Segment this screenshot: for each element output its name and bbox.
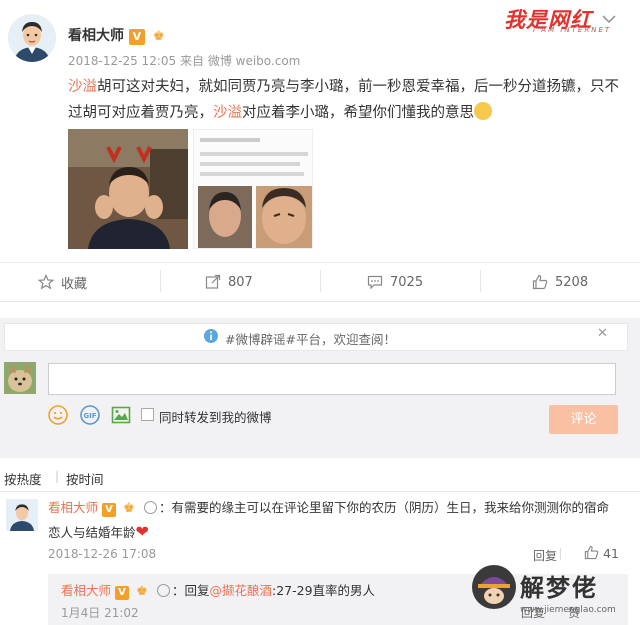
gif-icon[interactable]: GIF [79, 404, 101, 426]
repost-button[interactable]: 807 [205, 267, 253, 297]
comment-like-count: 41 [603, 546, 619, 561]
post-source[interactable]: 微博 weibo.com [208, 54, 301, 68]
comment-count: 7025 [390, 274, 424, 290]
favorite-button[interactable]: 收藏 [38, 267, 87, 297]
medal-icon [156, 584, 170, 597]
crown-icon: ♚ [123, 501, 135, 516]
divider [0, 301, 640, 302]
reply-prefix: ：回复 [171, 583, 210, 598]
rumor-notice-text[interactable]: #微博辟谣#平台，欢迎查阅！ [225, 329, 396, 348]
author-name[interactable]: 看相大师 [68, 28, 124, 44]
post-meta: 2018-12-25 12:05 来自 微博 weibo.com [68, 52, 300, 69]
close-icon[interactable]: ✕ [597, 326, 608, 341]
divider [560, 548, 561, 560]
comment-input[interactable] [48, 363, 616, 395]
divider [0, 491, 640, 492]
repost-icon [205, 274, 221, 289]
post-photo-2[interactable] [193, 129, 313, 249]
divider [320, 270, 321, 292]
topic-tag[interactable]: 沙溢 [68, 79, 97, 95]
reply-author-name[interactable]: 看相大师 [61, 583, 111, 598]
post-text-segment: 对应着李小璐，希望你们懂我的意思 [242, 105, 474, 121]
topic-tag[interactable]: 沙溢 [213, 105, 242, 121]
commenter-avatar[interactable] [6, 499, 38, 531]
divider [480, 270, 481, 292]
current-user-avatar[interactable] [4, 362, 36, 394]
comment-button[interactable]: 7025 [367, 267, 423, 297]
reply-button[interactable]: 回复 [533, 547, 557, 564]
nested-reply-body: 看相大师 V ♚ ：回复@撷花酿酒:27-29直率的男人 [61, 580, 375, 600]
verified-badge: V [102, 503, 116, 517]
watermark-title: 解梦佬 [520, 574, 598, 602]
repost-checkbox[interactable] [141, 408, 154, 421]
author-avatar[interactable] [8, 14, 56, 62]
post-timestamp[interactable]: 2018-12-25 12:05 [68, 54, 176, 68]
image-icon[interactable] [110, 404, 132, 426]
commenter-name[interactable]: 看相大师 [48, 500, 98, 515]
sort-by-hot[interactable]: 按热度 [4, 469, 42, 488]
post-photo-1[interactable] [68, 129, 188, 249]
repost-count: 807 [228, 274, 253, 290]
watermark-logo-icon [470, 563, 518, 611]
divider [0, 262, 640, 263]
comment-like-button[interactable]: 41 [584, 545, 619, 561]
crown-icon: ♚ [152, 29, 165, 44]
watermark-url: www.jiemenglao.com [520, 605, 616, 615]
thinking-face-emoji [474, 102, 492, 120]
svg-text:GIF: GIF [83, 412, 96, 420]
divider [160, 270, 161, 292]
submit-comment-button[interactable]: 评论 [549, 405, 618, 434]
mention-link[interactable]: @撷花酿酒 [209, 583, 272, 598]
source-prefix: 来自 [179, 54, 204, 68]
crown-icon: ♚ [136, 584, 148, 599]
heart-emoji: ❤ [135, 522, 149, 541]
post-text: 沙溢胡可这对夫妇，就如同贾乃亮与李小璐，前一秒恩爱幸福，后一秒分道扬镳，只不过胡… [68, 74, 628, 126]
thumbs-up-icon [584, 545, 599, 560]
comment-body: 看相大师 V ♚ ：有需要的缘主可以在评论里留下你的农历（阴历）生日，我来给你测… [48, 496, 620, 545]
comment-time: 2018-12-26 17:08 [48, 547, 157, 561]
watermark-subtitle: I AM INTERNET [533, 26, 612, 34]
verified-badge: V [115, 586, 129, 600]
info-icon [203, 328, 219, 348]
emoji-icon[interactable] [47, 404, 69, 426]
like-count: 5208 [555, 274, 589, 290]
favorite-label: 收藏 [61, 276, 88, 292]
comment-icon [367, 275, 383, 290]
repost-checkbox-label[interactable]: 同时转发到我的微博 [159, 407, 272, 426]
author-line: 看相大师 V ♚ [68, 25, 168, 45]
verified-badge: V [128, 29, 145, 45]
reply-time: 1月4日 21:02 [61, 606, 139, 620]
reply-text: :27-29直率的男人 [272, 583, 376, 598]
star-icon [38, 274, 54, 290]
medal-icon [143, 501, 157, 514]
sort-separator: | [55, 469, 60, 483]
sort-by-time[interactable]: 按时间 [66, 469, 104, 488]
like-button[interactable]: 5208 [532, 267, 588, 297]
thumbs-up-icon [532, 274, 548, 290]
